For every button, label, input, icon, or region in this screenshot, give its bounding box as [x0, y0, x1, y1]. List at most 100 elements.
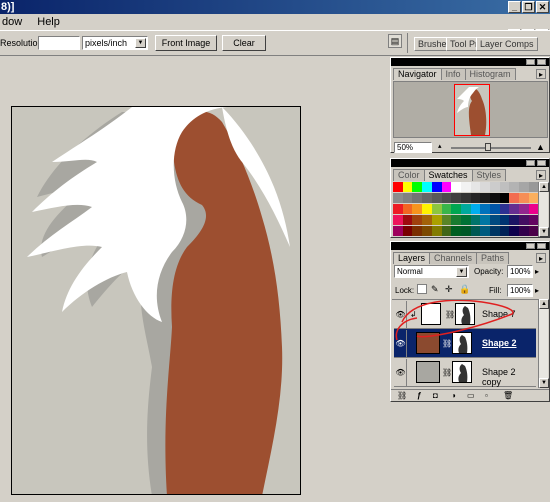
color-swatch[interactable] — [509, 215, 520, 225]
new-fill-layer-icon[interactable]: ◑ — [451, 391, 456, 400]
color-swatch[interactable] — [431, 226, 442, 236]
tab-paths[interactable]: Paths — [476, 252, 510, 264]
color-swatch[interactable] — [480, 182, 491, 192]
document-canvas[interactable] — [11, 106, 301, 495]
tab-histogram[interactable]: Histogram — [464, 68, 516, 80]
fill-input[interactable]: 100% — [507, 284, 533, 297]
zoom-slider-thumb[interactable] — [485, 143, 491, 151]
blend-mode-select[interactable]: Normal ▼ — [394, 265, 469, 278]
zoom-out-icon[interactable]: ▴ — [438, 143, 446, 151]
color-swatch[interactable] — [470, 193, 481, 203]
lock-all-icon[interactable]: 🔒 — [459, 284, 470, 294]
link-layers-icon[interactable]: ⛓ — [397, 391, 407, 400]
color-swatch[interactable] — [460, 226, 471, 236]
layers-scrollbar[interactable]: ▲ ▼ — [538, 299, 549, 388]
color-swatch[interactable] — [470, 215, 481, 225]
new-layer-icon[interactable]: ▫ — [485, 391, 488, 400]
color-swatch[interactable] — [470, 226, 481, 236]
color-swatch[interactable] — [509, 182, 520, 192]
color-swatch[interactable] — [490, 182, 500, 192]
units-select[interactable]: pixels/inch ▼ — [82, 36, 148, 50]
color-swatch[interactable] — [480, 215, 491, 225]
swatch-scrollbar[interactable]: ▲ ▼ — [538, 182, 549, 237]
layer-style-icon[interactable]: ƒ — [417, 391, 421, 400]
add-mask-icon[interactable]: ◘ — [433, 391, 438, 400]
color-swatch[interactable] — [431, 182, 442, 192]
color-swatch[interactable] — [451, 204, 462, 214]
menu-item-window[interactable]: dow — [2, 16, 22, 28]
color-swatch[interactable] — [402, 182, 413, 192]
palette-minimize-button[interactable] — [526, 160, 535, 166]
tab-color[interactable]: Color — [393, 169, 425, 181]
scroll-down-arrow[interactable]: ▼ — [539, 378, 549, 388]
lock-transparency-icon[interactable] — [417, 284, 427, 294]
palette-minimize-button[interactable] — [526, 243, 535, 249]
minimize-button[interactable]: _ — [508, 1, 521, 13]
color-swatch[interactable] — [509, 226, 520, 236]
tab-styles[interactable]: Styles — [471, 169, 507, 181]
color-swatch[interactable] — [519, 204, 530, 214]
tab-info[interactable]: Info — [440, 68, 466, 80]
color-swatch[interactable] — [422, 226, 433, 236]
palette-minimize-button[interactable] — [526, 59, 535, 65]
resolution-input[interactable] — [38, 36, 80, 50]
color-swatch[interactable] — [422, 204, 433, 214]
color-swatch[interactable] — [451, 182, 462, 192]
clear-button[interactable]: Clear — [222, 35, 266, 51]
opacity-input[interactable]: 100% — [507, 265, 533, 278]
color-swatch[interactable] — [393, 193, 403, 203]
color-swatch[interactable] — [393, 226, 403, 236]
color-swatch[interactable] — [470, 182, 481, 192]
tab-navigator[interactable]: Navigator — [393, 68, 442, 80]
new-group-icon[interactable]: ▭ — [467, 391, 475, 400]
color-swatch[interactable] — [509, 204, 520, 214]
opacity-arrow-icon[interactable]: ▸ — [535, 267, 539, 276]
palette-close-button[interactable] — [537, 160, 546, 166]
well-tab-layer-comps[interactable]: Layer Comps — [476, 37, 538, 51]
color-swatch[interactable] — [490, 215, 500, 225]
color-swatch[interactable] — [480, 193, 491, 203]
lock-position-icon[interactable]: ✛ — [445, 284, 455, 294]
color-swatch[interactable] — [422, 193, 433, 203]
color-swatch[interactable] — [499, 182, 510, 192]
color-swatch[interactable] — [412, 226, 423, 236]
color-swatch[interactable] — [402, 226, 413, 236]
maximize-button[interactable]: ❐ — [522, 1, 535, 13]
tab-channels[interactable]: Channels — [429, 252, 478, 264]
menu-item-help[interactable]: Help — [37, 16, 60, 28]
color-swatch[interactable] — [431, 204, 442, 214]
zoom-input[interactable]: 50% — [394, 142, 432, 153]
color-swatch[interactable] — [519, 193, 530, 203]
color-swatch[interactable] — [431, 193, 442, 203]
color-swatch[interactable] — [480, 226, 491, 236]
color-swatch[interactable] — [499, 193, 510, 203]
color-swatch[interactable] — [441, 204, 452, 214]
scroll-down-arrow[interactable]: ▼ — [539, 227, 549, 237]
color-swatch[interactable] — [460, 204, 471, 214]
palette-close-button[interactable] — [537, 243, 546, 249]
color-swatch[interactable] — [519, 182, 530, 192]
color-swatch[interactable] — [402, 193, 413, 203]
color-swatch[interactable] — [393, 204, 403, 214]
color-swatch[interactable] — [422, 215, 433, 225]
color-swatch[interactable] — [451, 215, 462, 225]
color-swatch[interactable] — [490, 193, 500, 203]
color-swatch[interactable] — [460, 182, 471, 192]
tab-swatches[interactable]: Swatches — [423, 169, 473, 181]
color-swatch[interactable] — [460, 193, 471, 203]
color-swatch[interactable] — [470, 204, 481, 214]
color-swatch[interactable] — [402, 204, 413, 214]
navigator-view-box[interactable] — [454, 84, 490, 136]
palette-menu-icon[interactable]: ▸ — [536, 69, 546, 79]
scroll-up-arrow[interactable]: ▲ — [539, 299, 549, 309]
delete-layer-icon[interactable]: 🗑 — [503, 391, 513, 400]
palette-close-button[interactable] — [537, 59, 546, 65]
color-swatch[interactable] — [441, 226, 452, 236]
color-swatch[interactable] — [441, 182, 452, 192]
scroll-up-arrow[interactable]: ▲ — [539, 182, 549, 192]
color-swatch[interactable] — [499, 226, 510, 236]
zoom-slider[interactable] — [451, 147, 531, 149]
color-swatch[interactable] — [509, 193, 520, 203]
color-swatch[interactable] — [412, 193, 423, 203]
zoom-in-icon[interactable]: ▲ — [536, 142, 546, 152]
